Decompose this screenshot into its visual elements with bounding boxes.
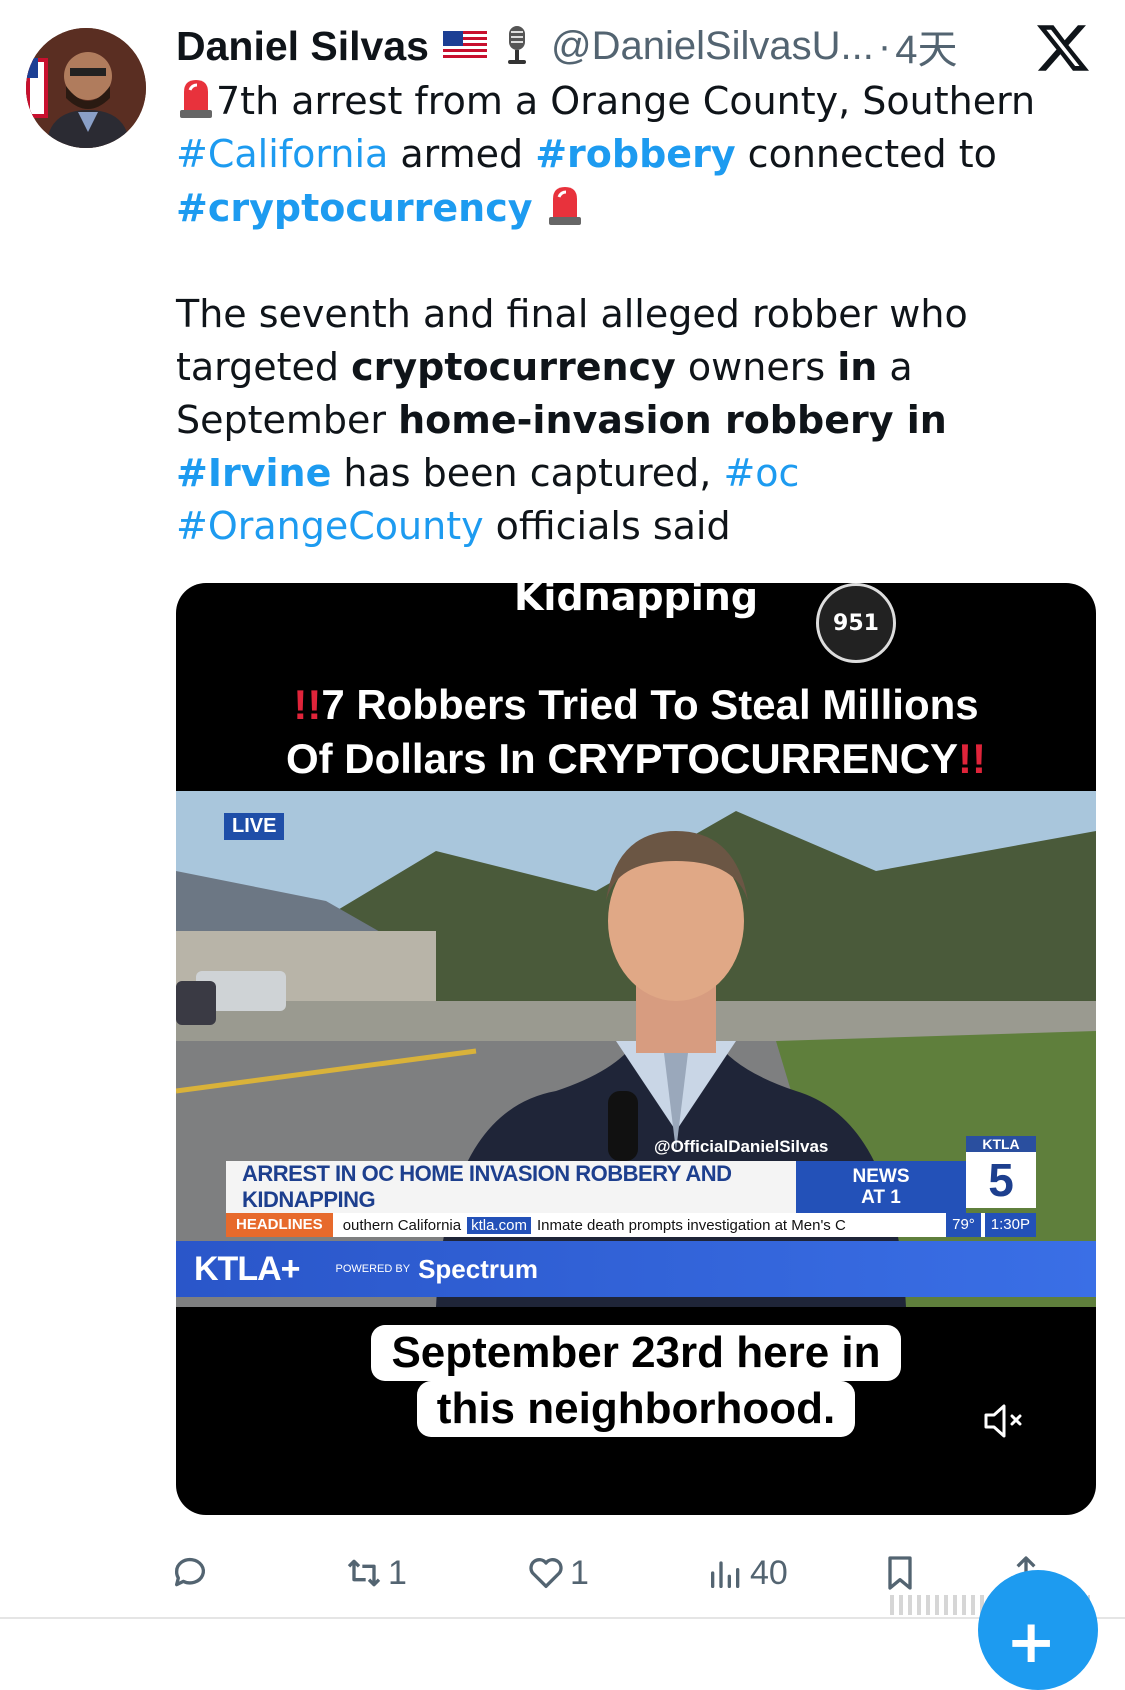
hashtag-california[interactable]: #California <box>176 132 388 176</box>
tweet-header: Daniel Silvas @DanielSilvasU... · 4天 <box>176 18 1035 74</box>
tweet-line-1: 7th arrest from a Orange County, Souther… <box>216 79 1036 123</box>
hashtag-robbery[interactable]: #robbery <box>535 132 735 176</box>
separator-dot: · <box>877 23 892 68</box>
exclamation-marks: !! <box>293 681 322 728</box>
plus-icon: + <box>1006 1607 1057 1677</box>
bold-text: home-invasion robbery in <box>398 398 947 442</box>
media-headline: !!7 Robbers Tried To Steal Millions Of D… <box>176 678 1096 786</box>
retweet-count: 1 <box>388 1553 407 1592</box>
channel-name: KTLA <box>966 1136 1036 1152</box>
hashtag-cryptocurrency[interactable]: #cryptocurrency <box>176 186 533 230</box>
tweet-text-segment: has been captured, <box>331 451 724 495</box>
bold-text: cryptocurrency <box>351 345 676 389</box>
reply-icon <box>174 1557 205 1587</box>
ticker-time: 1:30P <box>984 1213 1036 1237</box>
bottom-divider <box>0 1617 1125 1619</box>
tweet-text-segment: connected to <box>735 132 997 176</box>
author-avatar[interactable] <box>26 28 146 148</box>
ticker-text: outhern California <box>342 1216 462 1234</box>
views-button[interactable]: 40 <box>706 1545 788 1601</box>
caption-line-2: this neighborhood. <box>416 1381 856 1437</box>
ticker-text: Inmate death prompts investigation at Me… <box>536 1216 846 1234</box>
radio-951-logo: 951 <box>816 583 896 663</box>
x-logo-icon[interactable] <box>1037 22 1089 74</box>
spectrum-logo: Spectrum <box>418 1253 538 1284</box>
news-at-1-box: NEWS AT 1 <box>796 1161 966 1213</box>
tweet-paragraph-2: The seventh and final alleged robber who… <box>176 288 1081 553</box>
lower-third-banner: ARREST IN OC HOME INVASION ROBBERY AND K… <box>226 1161 796 1213</box>
reply-button[interactable] <box>170 1545 214 1601</box>
news-label: NEWS <box>852 1166 910 1187</box>
tweet-text: 7th arrest from a Orange County, Souther… <box>176 74 1081 553</box>
video-media[interactable]: Kidnapping 951 !!7 Robbers Tried To Stea… <box>176 583 1096 1515</box>
microphone-icon <box>507 26 526 64</box>
author-handle[interactable]: @DanielSilvasU... <box>551 24 874 69</box>
media-top-text: Kidnapping <box>176 583 1096 619</box>
media-top-label: Kidnapping <box>513 583 759 619</box>
news-ticker: HEADLINES outhern California ktla.com In… <box>226 1213 1036 1237</box>
channel-number: 5 <box>966 1152 1036 1208</box>
brand-bar: KTLA+ POWERED BY Spectrum <box>176 1241 1096 1297</box>
like-button[interactable]: 1 <box>526 1545 589 1601</box>
retweet-icon <box>347 1559 381 1587</box>
tweet-text-segment: owners <box>675 345 838 389</box>
siren-emoji-icon <box>548 187 581 225</box>
ktla-plus-logo: KTLA+ <box>194 1249 300 1288</box>
video-caption: September 23rd here in this neighborhood… <box>176 1325 1096 1437</box>
ticker-temperature: 79° <box>946 1213 981 1237</box>
caption-line-1: September 23rd here in <box>371 1325 901 1381</box>
post-time[interactable]: 4天 <box>895 18 957 74</box>
like-count: 1 <box>570 1553 589 1592</box>
hashtag-orangecounty[interactable]: #OrangeCounty <box>176 504 484 548</box>
ticker-site: ktla.com <box>467 1216 531 1234</box>
headline-line-2: Of Dollars In CRYPTOCURRENCY <box>285 735 959 782</box>
us-flag-icon <box>442 31 487 61</box>
watermark: @OfficialDanielSilvas <box>654 1137 829 1156</box>
ticker-label: HEADLINES <box>226 1213 333 1237</box>
hashtag-oc[interactable]: #oc <box>723 451 799 495</box>
tweet-text-segment: officials said <box>483 504 731 548</box>
tweet-actions: 1 1 40 <box>174 1545 1096 1601</box>
news-video-frame[interactable]: LIVE @OfficialDanielSilvas ARREST IN OC … <box>176 791 1096 1307</box>
exclamation-marks: !! <box>958 735 987 782</box>
live-badge: LIVE <box>224 813 285 840</box>
hashtag-irvine[interactable]: #Irvine <box>176 451 331 495</box>
ktla5-logo: KTLA 5 <box>966 1136 1036 1214</box>
mute-icon[interactable] <box>982 1401 1028 1441</box>
views-count: 40 <box>750 1553 788 1592</box>
headline-line-1: 7 Robbers Tried To Steal Millions <box>321 681 979 728</box>
tweet-text-segment: armed <box>388 132 536 176</box>
siren-emoji-icon <box>180 80 212 118</box>
bookmark-icon <box>888 1556 912 1590</box>
bookmark-button[interactable] <box>880 1545 920 1601</box>
views-chart-icon <box>711 1561 740 1588</box>
author-name[interactable]: Daniel Silvas <box>176 23 429 70</box>
news-time-label: AT 1 <box>861 1187 901 1208</box>
retweet-button[interactable]: 1 <box>344 1545 407 1601</box>
powered-by-label: POWERED BY <box>335 1263 411 1275</box>
heart-icon <box>529 1558 563 1588</box>
bold-text: in <box>837 345 878 389</box>
